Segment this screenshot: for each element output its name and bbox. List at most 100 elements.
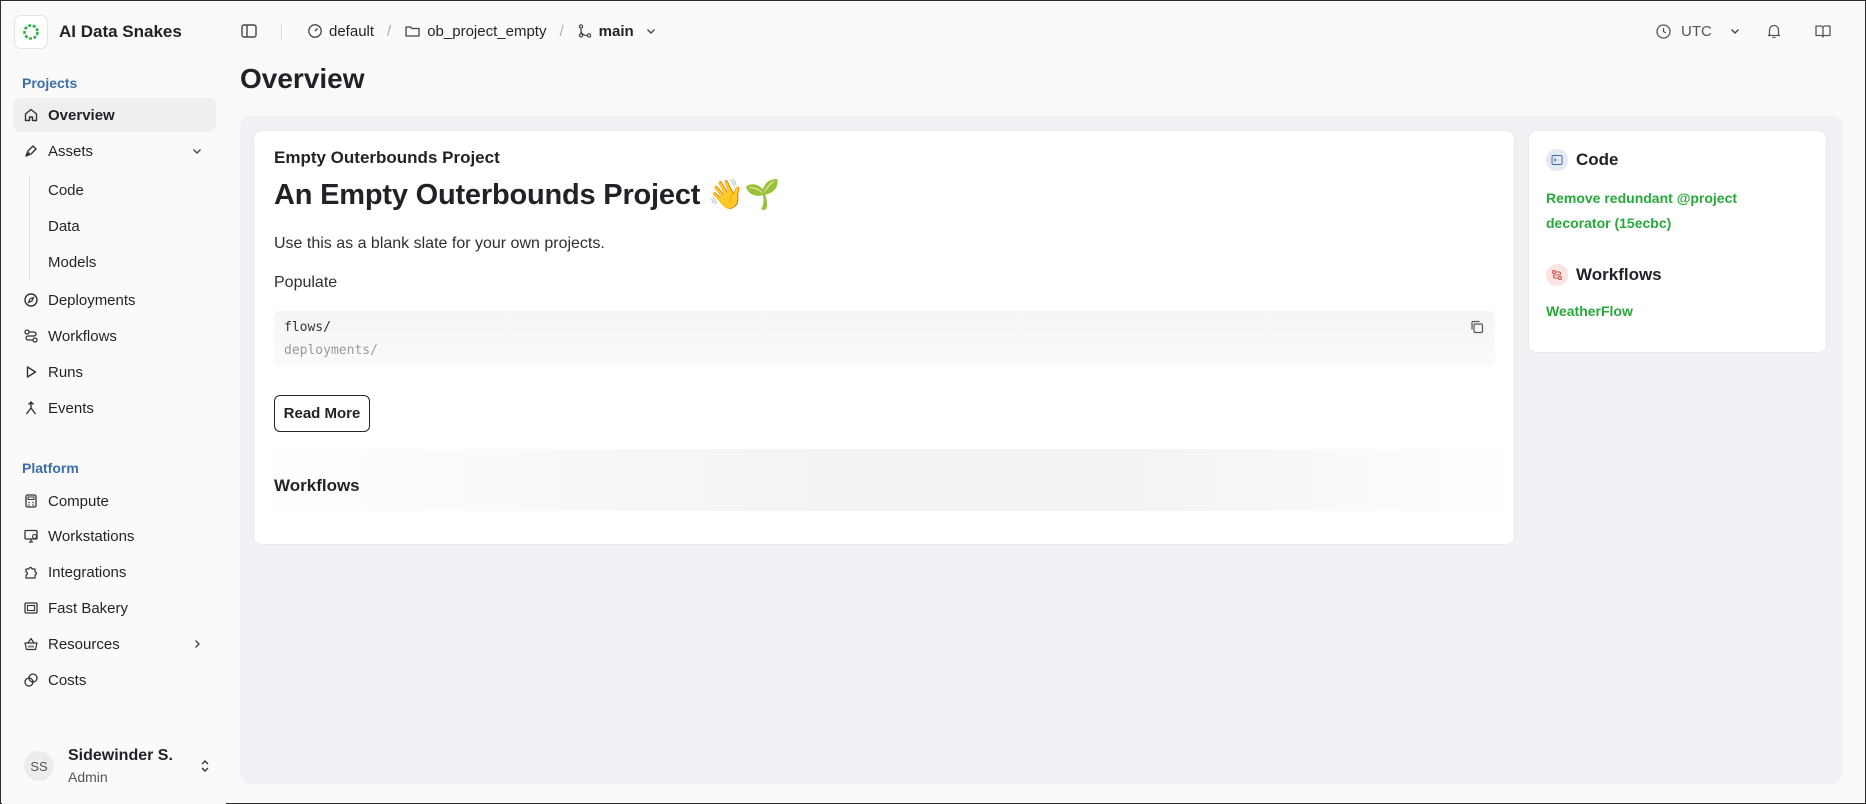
sidebar-toggle-icon[interactable] [240,22,258,45]
content-area: Empty Outerbounds Project An Empty Outer… [240,116,1842,784]
brand[interactable]: AI Data Snakes [14,14,214,50]
compass-icon [23,292,39,308]
home-icon [23,107,39,123]
sidebar-item-label: Integrations [48,563,127,581]
brand-logo-icon [14,15,48,49]
activity-panel: Code Remove redundant @project decorator… [1529,131,1826,352]
user-role: Admin [68,769,108,785]
sidebar-item-label: Runs [48,363,84,381]
sidebar-item-label: Workstations [48,527,135,545]
project-label: Empty Outerbounds Project [274,148,500,167]
breadcrumb-branch[interactable]: main [577,23,664,40]
git-branch-icon [578,24,591,38]
sidebar-item-label: Assets [48,142,94,160]
sidebar-item-overview[interactable]: Overview [13,98,216,132]
sidebar-item-label: Deployments [48,291,136,309]
projects-section-label: Projects [22,75,78,91]
folder-icon [405,26,420,37]
code-block: flows/ deployments/ [274,311,1495,367]
chevron-down-icon [1730,29,1739,34]
chevrons-up-down-icon[interactable] [198,758,212,774]
gauge-icon [308,24,322,38]
sidebar-item-label: Compute [48,492,109,510]
play-icon [23,364,39,380]
terminal-icon [1546,149,1568,171]
sidebar-item-resources[interactable]: Resources [13,627,216,661]
chevron-down-icon[interactable] [644,24,658,38]
sidebar-item-events[interactable]: Events [13,391,216,425]
sidebar-item-workflows[interactable]: Workflows [13,319,216,353]
basket-icon [23,636,39,652]
sidebar-item-deployments[interactable]: Deployments [13,283,216,317]
read-more-button[interactable]: Read More [274,395,370,432]
populate-label: Populate [274,274,338,291]
breadcrumb-project[interactable]: ob_project_empty [404,23,546,40]
sidebar-item-integrations[interactable]: Integrations [13,555,216,589]
breadcrumb-branch-label: main [598,22,634,40]
workflows-section-heading: Workflows [1546,264,1662,286]
brand-name: AI Data Snakes [59,22,182,41]
calculator-icon [23,493,39,509]
chevron-right-icon[interactable] [190,637,204,651]
sidebar-item-label: Workflows [48,327,117,345]
breadcrumb-separator: / [559,22,564,40]
sidebar-subitem-models[interactable]: Models [48,248,96,276]
sidebar-subitem-data[interactable]: Data [48,212,80,240]
sidebar-item-assets[interactable]: Assets [13,134,216,168]
project-title: An Empty Outerbounds Project 👋🌱 [274,179,780,211]
chevron-down-icon[interactable] [190,144,204,158]
sidebar-item-label: Events [48,399,94,417]
sidebar-item-label: Overview [48,106,115,124]
workflows-heading-label: Workflows [1576,265,1662,284]
bell-icon[interactable] [1765,22,1783,45]
sidebar-subitem-code[interactable]: Code [48,176,84,204]
coins-icon [23,672,39,688]
workflows-loading-strip [254,449,1514,511]
timezone-label: UTC [1681,22,1712,40]
code-line: flows/ [284,320,331,335]
app-window: AI Data Snakes Projects Overview Assets … [0,0,1866,804]
sidebar-item-label: Resources [48,635,120,653]
monitor-icon [23,528,39,544]
sidebar-item-fast-bakery[interactable]: Fast Bakery [13,591,216,625]
sidebar-item-workstations[interactable]: Workstations [13,519,216,553]
code-heading-label: Code [1576,150,1619,169]
project-card: Empty Outerbounds Project An Empty Outer… [254,131,1514,544]
breadcrumb-workspace[interactable]: default [307,23,374,40]
latest-commit-link[interactable]: Remove redundant @project decorator (15e… [1546,186,1737,236]
sidebar-item-label: Fast Bakery [48,599,129,617]
workflow-icon [23,328,39,344]
book-open-icon[interactable] [1814,22,1832,45]
workflow-link-weatherflow[interactable]: WeatherFlow [1546,299,1633,324]
pen-tool-icon [23,143,39,159]
commit-line-2: decorator (15ecbc) [1546,215,1672,231]
clock-icon [1656,23,1671,39]
user-menu[interactable]: SS Sidewinder S. Admin [24,742,214,790]
breadcrumb-separator: / [387,22,392,40]
copy-icon[interactable] [1469,319,1485,335]
workflows-heading: Workflows [274,476,360,495]
breadcrumb-project-label: ob_project_empty [427,22,547,40]
sidebar-item-runs[interactable]: Runs [13,355,216,389]
oven-icon [23,600,39,616]
assets-tree-line [29,174,30,282]
commit-line-1: Remove redundant @project [1546,190,1738,206]
breadcrumb-workspace-label: default [329,22,375,40]
project-description: Use this as a blank slate for your own p… [274,235,605,252]
topbar-divider [281,23,282,40]
puzzle-icon [23,564,39,580]
event-trigger-icon [23,400,39,416]
sidebar: AI Data Snakes Projects Overview Assets … [2,2,226,804]
code-line: deployments/ [284,343,378,358]
breadcrumb: default / ob_project_empty / main [307,19,664,43]
user-name: Sidewinder S. [68,747,173,764]
avatar: SS [24,751,54,781]
code-section-heading: Code [1546,149,1619,171]
sidebar-item-label: Costs [48,671,87,689]
page-title: Overview [240,63,365,94]
sidebar-item-compute[interactable]: Compute [13,484,216,518]
platform-section-label: Platform [22,460,79,476]
sidebar-item-costs[interactable]: Costs [13,663,216,697]
timezone-selector[interactable]: UTC [1655,19,1751,43]
workflow-icon [1546,264,1568,286]
